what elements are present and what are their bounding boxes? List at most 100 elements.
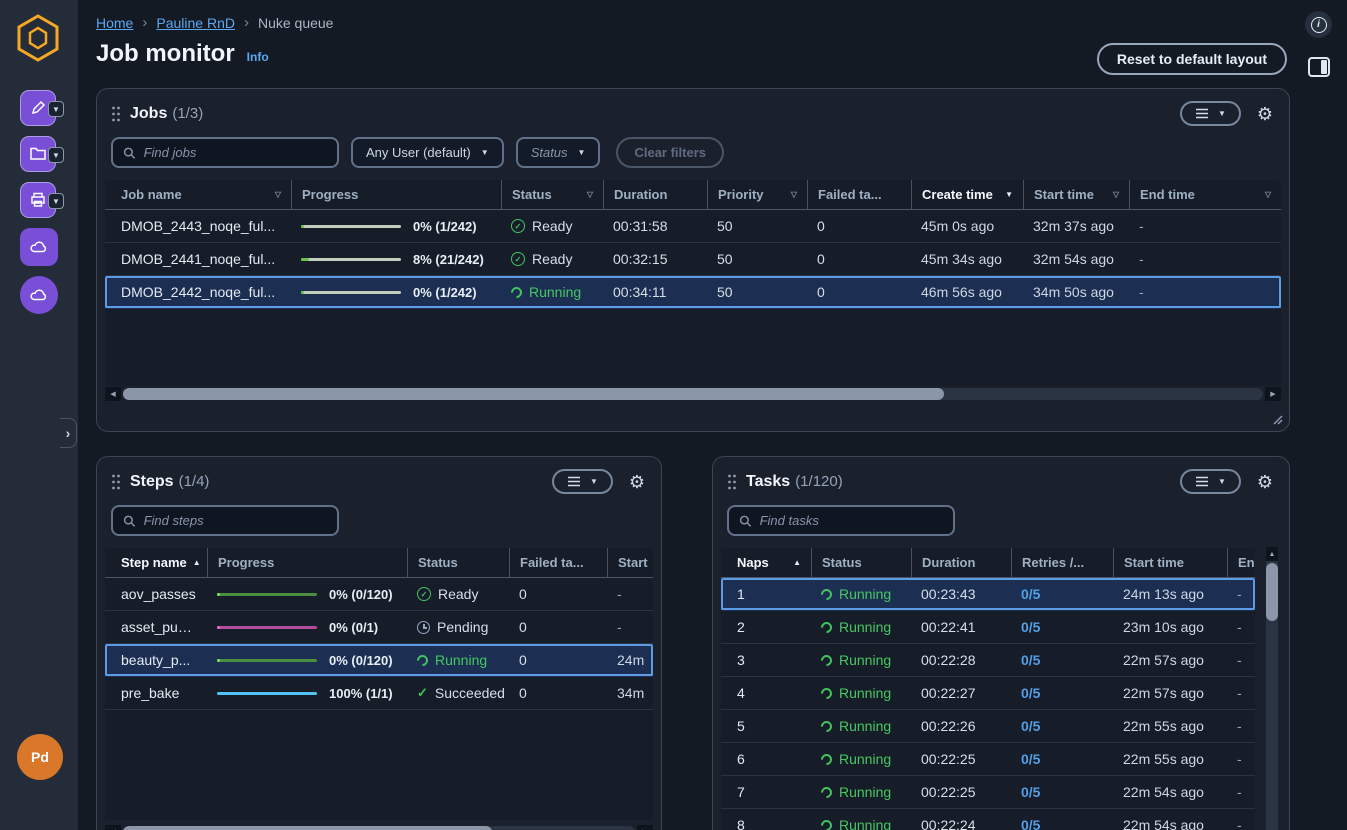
jobs-settings-gear-icon[interactable]: ⚙ — [1257, 105, 1273, 123]
retries-link[interactable]: 0/5 — [1021, 685, 1040, 701]
scroll-left-icon[interactable]: ◀ — [105, 387, 121, 401]
task-row[interactable]: 3Running00:22:280/522m 57s ago- — [721, 644, 1255, 677]
column-header-duration[interactable]: Duration — [603, 180, 707, 209]
scroll-right-icon[interactable]: ▶ — [1265, 387, 1281, 401]
app-launcher-printer[interactable]: ▼ — [20, 182, 56, 218]
duration: 00:22:28 — [911, 652, 1011, 668]
clear-filters-button[interactable]: Clear filters — [616, 137, 724, 168]
task-row[interactable]: 8Running00:22:240/522m 54s ago- — [721, 809, 1255, 830]
launcher-version-dropdown[interactable]: ▼ — [48, 193, 64, 209]
launcher-version-dropdown[interactable]: ▼ — [48, 101, 64, 117]
step-row[interactable]: aov_passes0% (0/120)✓Ready0- — [105, 578, 653, 611]
job-row[interactable]: DMOB_2443_noqe_ful...0% (1/242)✓Ready00:… — [105, 210, 1281, 243]
column-header-status[interactable]: Status — [407, 548, 509, 577]
deadline-cloud-logo[interactable] — [16, 14, 60, 62]
scrollbar-track[interactable] — [123, 388, 1263, 400]
reset-layout-button[interactable]: Reset to default layout — [1097, 43, 1287, 75]
column-header-start-time[interactable]: Start time▽ — [1023, 180, 1129, 209]
app-launcher-brush[interactable]: ▼ — [20, 90, 56, 126]
find-tasks-input[interactable] — [760, 513, 943, 528]
scrollbar-thumb[interactable] — [1266, 563, 1278, 621]
app-launcher-folder[interactable]: ▼ — [20, 136, 56, 172]
find-jobs-input[interactable] — [144, 145, 327, 160]
running-icon — [819, 817, 835, 830]
column-header-naps[interactable]: Naps▲ — [721, 548, 811, 577]
column-header-priority[interactable]: Priority▽ — [707, 180, 807, 209]
scrollbar-thumb[interactable] — [123, 388, 944, 400]
step-row[interactable]: beauty_p...0% (0/120)Running024m — [105, 644, 653, 677]
tasks-search-box[interactable] — [727, 505, 955, 536]
task-row[interactable]: 4Running00:22:270/522m 57s ago- — [721, 677, 1255, 710]
resize-handle[interactable] — [1271, 413, 1283, 425]
column-header-progress[interactable]: Progress — [291, 180, 501, 209]
task-row[interactable]: 5Running00:22:260/522m 55s ago- — [721, 710, 1255, 743]
retries-link[interactable]: 0/5 — [1021, 619, 1040, 635]
steps-preferences-dropdown[interactable]: ▼ — [552, 469, 613, 494]
task-row[interactable]: 7Running00:22:250/522m 54s ago- — [721, 776, 1255, 809]
jobs-horizontal-scrollbar[interactable]: ◀ ▶ — [105, 387, 1281, 401]
breadcrumb-home[interactable]: Home — [96, 15, 133, 31]
task-row[interactable]: 6Running00:22:250/522m 55s ago- — [721, 743, 1255, 776]
column-header-status[interactable]: Status — [811, 548, 911, 577]
column-header-start[interactable]: Start — [607, 548, 653, 577]
retries-link[interactable]: 0/5 — [1021, 652, 1040, 668]
column-header-status[interactable]: Status▽ — [501, 180, 603, 209]
column-header-progress[interactable]: Progress — [207, 548, 407, 577]
steps-settings-gear-icon[interactable]: ⚙ — [629, 473, 645, 491]
cloud-app-button[interactable] — [20, 228, 58, 266]
progress-bar — [301, 291, 401, 294]
task-row[interactable]: 1Running00:23:430/524m 13s ago- — [721, 578, 1255, 611]
retries-link[interactable]: 0/5 — [1021, 718, 1040, 734]
drag-handle-icon[interactable] — [111, 106, 121, 122]
retries: 0/5 — [1011, 652, 1113, 668]
retries-link[interactable]: 0/5 — [1021, 751, 1040, 767]
scroll-up-icon[interactable]: ▲ — [1266, 547, 1278, 561]
tasks-table-body: 1Running00:23:430/524m 13s ago-2Running0… — [721, 578, 1255, 830]
tasks-settings-gear-icon[interactable]: ⚙ — [1257, 473, 1273, 491]
progress-label: 0% (1/242) — [413, 285, 477, 300]
column-header-duration[interactable]: Duration — [911, 548, 1011, 577]
retries-link[interactable]: 0/5 — [1021, 817, 1040, 830]
drag-handle-icon[interactable] — [727, 474, 737, 490]
task-row[interactable]: 2Running00:22:410/523m 10s ago- — [721, 611, 1255, 644]
retries-link[interactable]: 0/5 — [1021, 586, 1040, 602]
info-circle-button[interactable]: i — [1305, 11, 1332, 38]
column-header-failed-ta[interactable]: Failed ta... — [509, 548, 607, 577]
job-row[interactable]: DMOB_2442_noqe_ful...0% (1/242)Running00… — [105, 276, 1281, 309]
status-filter-select[interactable]: Status ▼ — [516, 137, 601, 168]
column-header-failed-ta[interactable]: Failed ta... — [807, 180, 911, 209]
steps-horizontal-scrollbar[interactable]: ◀ ▶ — [105, 825, 653, 830]
tasks-preferences-dropdown[interactable]: ▼ — [1180, 469, 1241, 494]
column-header-en[interactable]: En — [1227, 548, 1255, 577]
column-header-end-time[interactable]: End time▽ — [1129, 180, 1281, 209]
sidebar-expand-button[interactable]: › — [60, 418, 77, 448]
scrollbar-track[interactable] — [123, 826, 635, 830]
cloud-app-button-2[interactable] — [20, 276, 58, 314]
ready-icon: ✓ — [511, 219, 525, 233]
step-row[interactable]: asset_pub...0% (0/1)Pending0- — [105, 611, 653, 644]
scroll-left-icon[interactable]: ◀ — [105, 825, 121, 830]
column-header-step-name[interactable]: Step name▲ — [105, 548, 207, 577]
column-header-retries[interactable]: Retries /... — [1011, 548, 1113, 577]
drag-handle-icon[interactable] — [111, 474, 121, 490]
job-row[interactable]: DMOB_2441_noqe_ful...8% (21/242)✓Ready00… — [105, 243, 1281, 276]
user-avatar[interactable]: Pd — [17, 734, 63, 780]
step-row[interactable]: pre_bake100% (1/1)✓Succeeded034m — [105, 677, 653, 710]
user-filter-select[interactable]: Any User (default) ▼ — [351, 137, 504, 168]
scrollbar-thumb[interactable] — [123, 826, 492, 830]
retries-link[interactable]: 0/5 — [1021, 784, 1040, 800]
breadcrumb-farm[interactable]: Pauline RnD — [156, 15, 235, 31]
column-header-start-time[interactable]: Start time — [1113, 548, 1227, 577]
split-panel-button[interactable] — [1308, 57, 1330, 77]
steps-search-box[interactable] — [111, 505, 339, 536]
info-link[interactable]: Info — [247, 50, 269, 64]
tasks-vertical-scrollbar[interactable]: ▲ — [1266, 547, 1278, 830]
column-header-job-name[interactable]: Job name▽ — [105, 180, 291, 209]
find-steps-input[interactable] — [144, 513, 327, 528]
column-header-create-time[interactable]: Create time▼ — [911, 180, 1023, 209]
scroll-right-icon[interactable]: ▶ — [637, 825, 653, 830]
launcher-version-dropdown[interactable]: ▼ — [48, 147, 64, 163]
jobs-preferences-dropdown[interactable]: ▼ — [1180, 101, 1241, 126]
jobs-search-box[interactable] — [111, 137, 339, 168]
duration: 00:23:43 — [911, 586, 1011, 602]
